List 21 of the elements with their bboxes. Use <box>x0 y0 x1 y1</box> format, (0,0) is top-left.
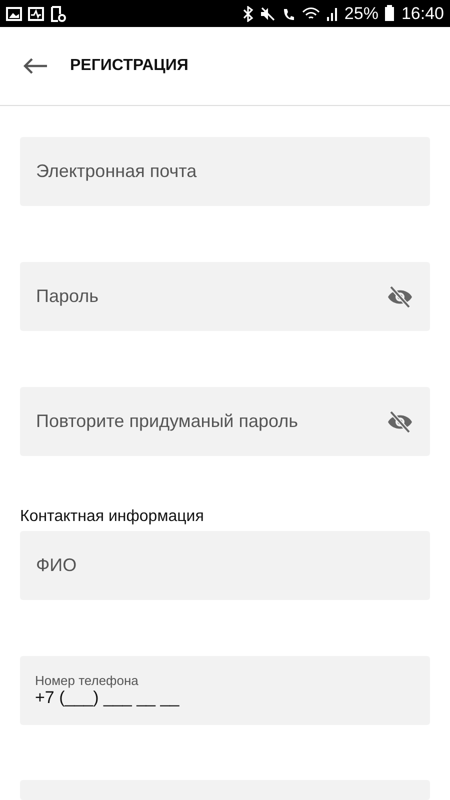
field-value: +7 (___) ___ __ __ <box>35 688 180 708</box>
password-field[interactable]: Повторите придуманый пароль <box>20 387 430 456</box>
phone-field[interactable]: Номер телефона +7 (___) ___ __ __ <box>20 656 430 725</box>
back-arrow-icon[interactable] <box>22 57 48 76</box>
eye-off-icon[interactable] <box>386 285 414 309</box>
image-icon <box>6 6 22 21</box>
page-title: РЕГИСТРАЦИЯ <box>70 57 188 76</box>
mute-icon <box>260 6 276 22</box>
bluetooth-icon <box>242 6 254 22</box>
eye-off-icon[interactable] <box>386 410 414 434</box>
input-field[interactable]: ФИО <box>20 531 430 600</box>
signal-icon <box>326 6 338 22</box>
clock: 16:40 <box>401 4 444 24</box>
pulse-icon <box>28 6 44 21</box>
password-field[interactable]: Пароль <box>20 262 430 331</box>
battery-icon <box>384 5 396 22</box>
document-icon <box>50 6 66 22</box>
battery-percent: 25% <box>344 4 378 24</box>
field-label: Номер телефона <box>35 673 140 688</box>
input-field[interactable]: Электронная почта <box>20 137 430 206</box>
section-heading: Контактная информация <box>20 508 205 526</box>
